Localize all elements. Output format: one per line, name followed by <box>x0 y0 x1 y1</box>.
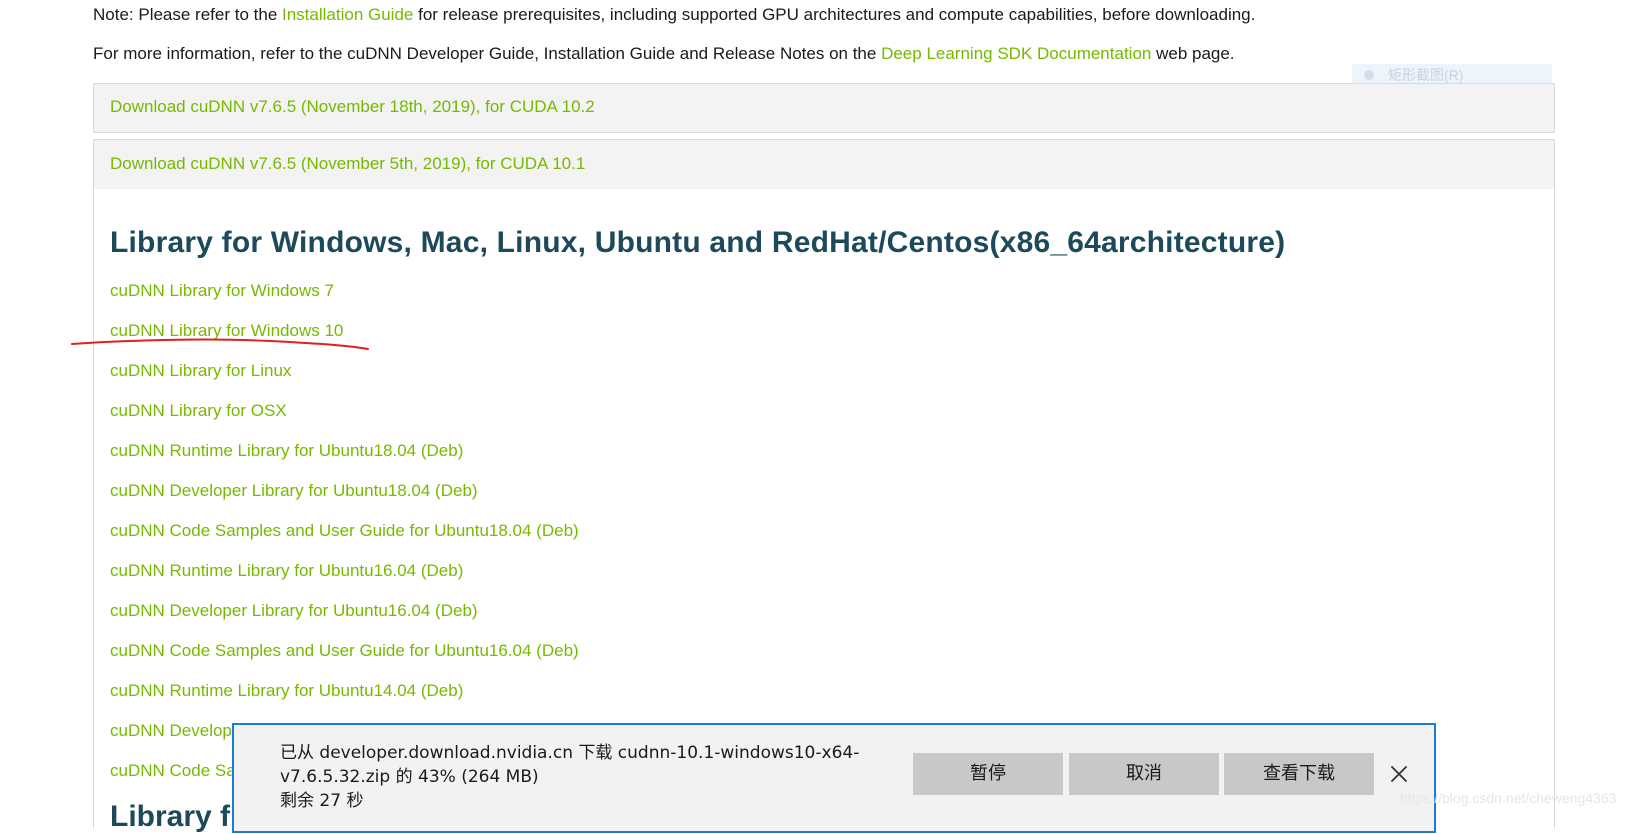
list-item: cuDNN Code Samples and User Guide for Ub… <box>110 638 579 678</box>
section-title: Library for Windows, Mac, Linux, Ubuntu … <box>110 226 1286 259</box>
list-item: cuDNN Developer Library for Ubuntu16.04 … <box>110 598 579 638</box>
close-icon[interactable] <box>1384 759 1414 789</box>
download-status-line1: 已从 developer.download.nvidia.cn 下载 cudnn… <box>280 743 860 763</box>
cancel-button[interactable]: 取消 <box>1069 753 1219 795</box>
installation-guide-link[interactable]: Installation Guide <box>282 5 413 24</box>
list-item: cuDNN Code Samples and User Guide for Ub… <box>110 518 579 558</box>
library-link[interactable]: cuDNN Library for Windows 7 <box>110 281 334 300</box>
site-watermark: https://blog.csdn.net/cheweng4363 <box>1400 790 1617 806</box>
view-downloads-button[interactable]: 查看下载 <box>1224 753 1374 795</box>
note-text-1b: for release prerequisites, including sup… <box>413 5 1256 24</box>
record-dot-icon <box>1364 70 1374 80</box>
documentation-note: For more information, refer to the cuDNN… <box>93 44 1235 64</box>
library-link[interactable]: cuDNN Runtime Library for Ubuntu14.04 (D… <box>110 681 463 700</box>
library-link[interactable]: cuDNN Library for Linux <box>110 361 291 380</box>
note-text-1: Note: Please refer to the <box>93 5 282 24</box>
list-item: cuDNN Library for Windows 10 <box>110 318 579 358</box>
library-link-list: cuDNN Library for Windows 7 cuDNN Librar… <box>110 278 579 798</box>
library-link[interactable]: cuDNN Runtime Library for Ubuntu18.04 (D… <box>110 441 463 460</box>
accordion-cuda-10-2-label[interactable]: Download cuDNN v7.6.5 (November 18th, 20… <box>110 97 595 117</box>
list-item: cuDNN Library for Windows 7 <box>110 278 579 318</box>
sdk-documentation-link[interactable]: Deep Learning SDK Documentation <box>881 44 1151 63</box>
download-status-line2: v7.6.5.32.zip 的 43% (264 MB) <box>280 767 539 787</box>
list-item: cuDNN Developer Library for Ubuntu18.04 … <box>110 478 579 518</box>
list-item: cuDNN Library for OSX <box>110 398 579 438</box>
library-link-windows10[interactable]: cuDNN Library for Windows 10 <box>110 321 343 340</box>
accordion-cuda-10-2[interactable]: Download cuDNN v7.6.5 (November 18th, 20… <box>93 83 1555 133</box>
list-item: cuDNN Runtime Library for Ubuntu18.04 (D… <box>110 438 579 478</box>
library-link[interactable]: cuDNN Code Samples and User Guide for Ub… <box>110 641 579 660</box>
note-text-2: For more information, refer to the cuDNN… <box>93 44 882 63</box>
accordion-cuda-10-1[interactable]: Download cuDNN v7.6.5 (November 5th, 201… <box>93 139 1555 190</box>
installation-note: Note: Please refer to the Installation G… <box>93 5 1255 25</box>
note-text-2b: web page. <box>1151 44 1235 63</box>
library-link[interactable]: cuDNN Developer Library for Ubuntu16.04 … <box>110 601 478 620</box>
library-link[interactable]: cuDNN Runtime Library for Ubuntu16.04 (D… <box>110 561 463 580</box>
pause-button[interactable]: 暂停 <box>913 753 1063 795</box>
download-time-remaining: 剩余 27 秒 <box>280 791 364 811</box>
accordion-cuda-10-1-label[interactable]: Download cuDNN v7.6.5 (November 5th, 201… <box>110 154 585 174</box>
list-item: cuDNN Runtime Library for Ubuntu14.04 (D… <box>110 678 579 718</box>
library-link[interactable]: cuDNN Developer Library for Ubuntu18.04 … <box>110 481 478 500</box>
download-status-text: 已从 developer.download.nvidia.cn 下载 cudnn… <box>280 741 870 813</box>
list-item: cuDNN Library for Linux <box>110 358 579 398</box>
library-link[interactable]: cuDNN Library for OSX <box>110 401 287 420</box>
next-section-title: Library f <box>110 800 231 833</box>
list-item: cuDNN Runtime Library for Ubuntu16.04 (D… <box>110 558 579 598</box>
screenshot-tooltip-label: 矩形截图(R) <box>1388 67 1464 83</box>
library-link[interactable]: cuDNN Code Samples and User Guide for Ub… <box>110 521 579 540</box>
